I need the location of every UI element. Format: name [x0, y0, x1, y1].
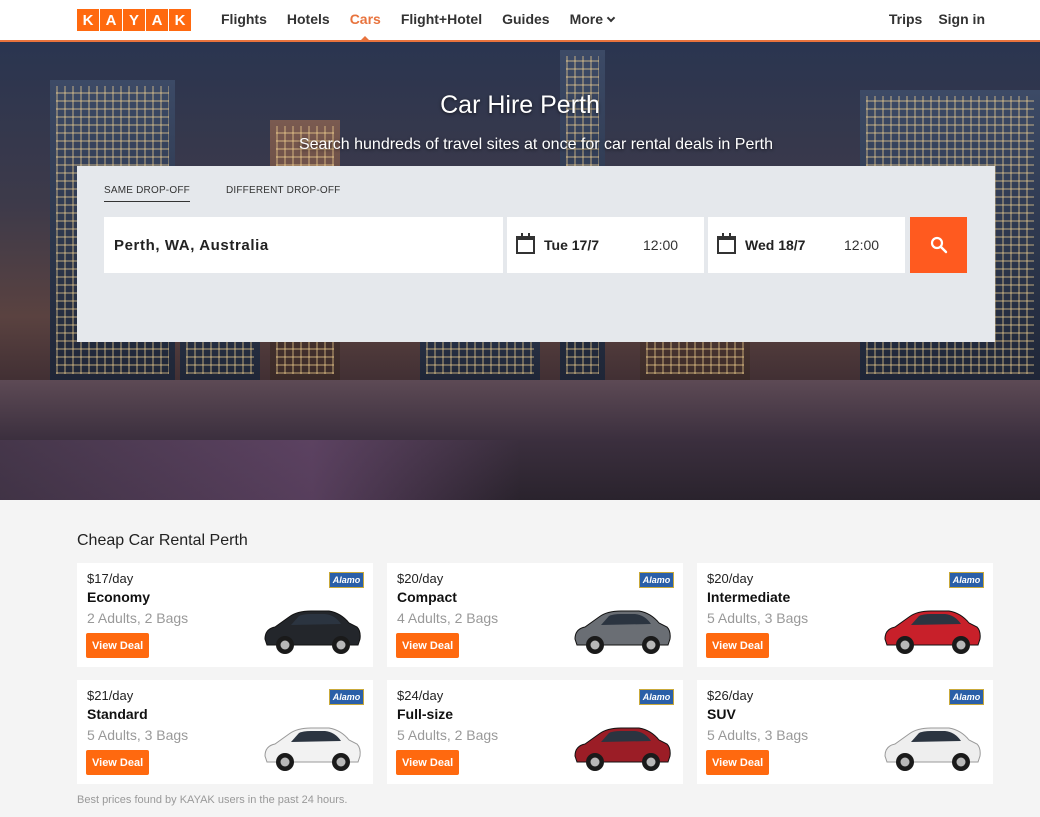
dropoff-time[interactable]: 12:00 [844, 237, 879, 253]
deal-card-economy[interactable]: $17/day Economy 2 Adults, 2 Bags View De… [77, 563, 373, 667]
page-subtitle: Search hundreds of travel sites at once … [298, 136, 774, 153]
deal-capacity: 2 Adults, 2 Bags [87, 610, 189, 626]
logo-letter: Y [123, 9, 145, 31]
deal-card-intermediate[interactable]: $20/day Intermediate 5 Adults, 3 Bags Vi… [697, 563, 993, 667]
nav-more[interactable]: More [560, 0, 624, 40]
pickup-date-field[interactable]: Tue 17/7 12:00 [507, 217, 704, 273]
pickup-date: Tue 17/7 [544, 237, 599, 253]
deal-card-standard[interactable]: $21/day Standard 5 Adults, 3 Bags View D… [77, 680, 373, 784]
main-nav: Flights Hotels Cars Flight+Hotel Guides … [211, 0, 624, 40]
deal-capacity: 5 Adults, 2 Bags [397, 727, 499, 743]
car-image [574, 727, 671, 771]
alamo-logo: Alamo [329, 572, 364, 588]
search-icon [930, 236, 947, 254]
deal-car-class: Full-size [397, 706, 454, 722]
view-deal-button[interactable]: View Deal [86, 750, 150, 775]
view-deal-button[interactable]: View Deal [396, 750, 460, 775]
logo-letter: A [100, 9, 122, 31]
chevron-down-icon [606, 13, 616, 23]
deal-card-full-size[interactable]: $24/day Full-size 5 Adults, 2 Bags View … [387, 680, 683, 784]
deal-card-compact[interactable]: $20/day Compact 4 Adults, 2 Bags View De… [387, 563, 683, 667]
deal-capacity: 4 Adults, 2 Bags [397, 610, 499, 626]
car-image [264, 610, 361, 654]
deals-footnote: Best prices found by KAYAK users in the … [77, 794, 348, 806]
car-shape [280, 757, 290, 767]
car-shape [280, 640, 290, 650]
view-deal-button[interactable]: View Deal [86, 633, 150, 658]
top-navigation-bar: K A Y A K Flights Hotels Cars Flight+Hot… [0, 0, 1040, 42]
alamo-logo: Alamo [949, 689, 984, 705]
tab-same-dropoff[interactable]: SAME DROP-OFF [104, 185, 190, 202]
page-title: Car Hire Perth [440, 91, 600, 119]
dropoff-date: Wed 18/7 [745, 237, 806, 253]
waterfront-promenade [0, 440, 520, 500]
deal-car-class: Standard [87, 706, 148, 722]
sign-in-link[interactable]: Sign in [938, 0, 985, 40]
alamo-logo: Alamo [639, 689, 674, 705]
pickup-location-input[interactable]: Perth, WA, Australia [104, 217, 503, 273]
tab-different-dropoff[interactable]: DIFFERENT DROP-OFF [226, 185, 341, 202]
car-image [574, 610, 671, 654]
deal-price: $26/day [707, 688, 754, 703]
deal-car-class: Economy [87, 589, 151, 605]
nav-hotels[interactable]: Hotels [277, 0, 340, 40]
dropoff-tabs: SAME DROP-OFF DIFFERENT DROP-OFF [104, 185, 340, 202]
deal-capacity: 5 Adults, 3 Bags [707, 610, 809, 626]
deal-card-suv[interactable]: $26/day SUV 5 Adults, 3 Bags View Deal A… [697, 680, 993, 784]
deal-car-class: Intermediate [707, 589, 791, 605]
car-shape [336, 640, 346, 650]
deal-price: $24/day [397, 688, 444, 703]
kayak-logo[interactable]: K A Y A K [77, 9, 191, 31]
car-shape [646, 757, 656, 767]
car-image [264, 727, 361, 771]
car-shape [900, 757, 910, 767]
nav-flight-hotel[interactable]: Flight+Hotel [391, 0, 492, 40]
deal-car-class: Compact [397, 589, 457, 605]
calendar-icon [717, 233, 736, 254]
nav-more-label: More [569, 11, 604, 27]
logo-letter: K [77, 9, 99, 31]
dropoff-date-field[interactable]: Wed 18/7 12:00 [708, 217, 905, 273]
car-shape [900, 640, 910, 650]
nav-flights[interactable]: Flights [211, 0, 277, 40]
deal-price: $17/day [87, 571, 134, 586]
car-image [884, 727, 981, 771]
car-shape [646, 640, 656, 650]
search-button[interactable] [910, 217, 967, 273]
nav-guides[interactable]: Guides [492, 0, 559, 40]
car-image [884, 610, 981, 654]
deal-price: $21/day [87, 688, 134, 703]
trips-link[interactable]: Trips [889, 0, 922, 40]
deal-capacity: 5 Adults, 3 Bags [87, 727, 189, 743]
car-shape [590, 757, 600, 767]
logo-letter: A [146, 9, 168, 31]
nav-cars[interactable]: Cars [340, 0, 391, 40]
view-deal-button[interactable]: View Deal [706, 750, 770, 775]
deal-price: $20/day [397, 571, 444, 586]
account-nav: Trips Sign in [889, 0, 985, 40]
deal-price: $20/day [707, 571, 754, 586]
calendar-icon [516, 233, 535, 254]
car-shape [956, 757, 966, 767]
view-deal-button[interactable]: View Deal [396, 633, 460, 658]
car-shape [336, 757, 346, 767]
car-shape [590, 640, 600, 650]
car-shape [956, 640, 966, 650]
deals-section-title: Cheap Car Rental Perth [77, 532, 248, 549]
deal-capacity: 5 Adults, 3 Bags [707, 727, 809, 743]
logo-letter: K [169, 9, 191, 31]
alamo-logo: Alamo [949, 572, 984, 588]
car-search-form: SAME DROP-OFF DIFFERENT DROP-OFF Perth, … [77, 166, 995, 342]
pickup-time[interactable]: 12:00 [643, 237, 678, 253]
alamo-logo: Alamo [329, 689, 364, 705]
alamo-logo: Alamo [639, 572, 674, 588]
deal-car-class: SUV [707, 706, 736, 722]
view-deal-button[interactable]: View Deal [706, 633, 770, 658]
